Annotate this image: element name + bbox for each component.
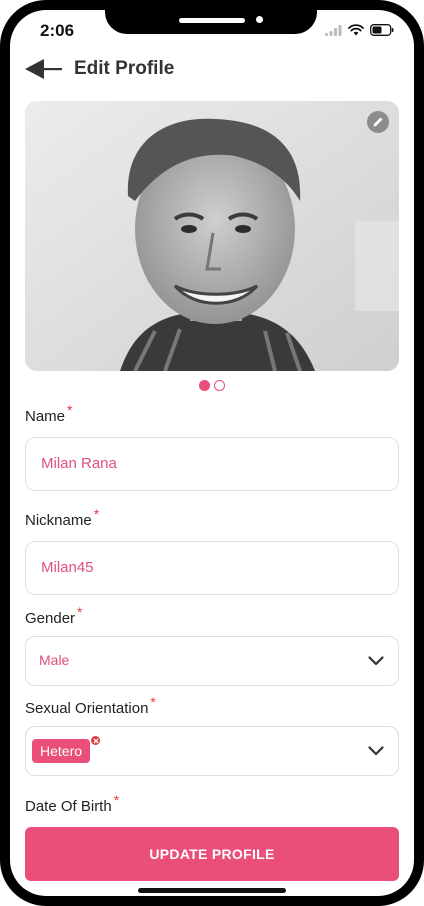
update-profile-button[interactable]: UPDATE PROFILE [25,827,399,881]
notch [105,10,317,34]
chevron-down-icon [368,746,384,756]
required-mark: * [93,506,100,522]
home-indicator [138,888,286,893]
orientation-tag: Hetero [32,735,101,763]
edit-photo-button[interactable] [367,111,389,133]
name-field[interactable]: Milan Rana [25,437,399,491]
remove-tag-button[interactable] [90,735,101,746]
photo-pager [199,380,225,391]
edit-pencil-icon [373,117,383,127]
required-mark: * [150,694,156,710]
date-of-birth-label: Date Of Birth * [25,792,120,815]
signal-icon [325,24,342,36]
page-title: Edit Profile [74,58,175,79]
chevron-down-icon [368,656,384,666]
gender-value: Male [39,652,70,668]
nickname-label: Nickname * [25,506,100,529]
pager-dot-active[interactable] [199,380,210,391]
name-label: Name * [25,402,73,425]
camera [256,16,263,23]
gender-select[interactable]: Male [25,636,399,686]
close-icon [93,738,98,743]
status-icons [325,24,394,36]
name-value: Milan Rana [41,455,117,472]
profile-photo-image [25,101,399,371]
phone-frame: 2:06 Edit Profile Name * Milan Rana Nick… [0,0,424,906]
required-mark: * [113,792,120,808]
wifi-icon [348,24,364,36]
screen: 2:06 Edit Profile Name * Milan Rana Nick… [10,10,414,896]
sexual-orientation-select[interactable]: Hetero [25,726,399,776]
gender-label: Gender * [25,604,83,627]
header: Edit Profile [24,58,174,80]
pager-dot[interactable] [214,380,225,391]
status-time: 2:06 [40,21,75,40]
nickname-value: Milan45 [41,559,94,576]
back-arrow-icon[interactable] [24,58,62,80]
profile-photo[interactable] [25,101,399,371]
nickname-field[interactable]: Milan45 [25,541,399,595]
required-mark: * [77,604,83,620]
speaker [179,18,245,23]
battery-icon [370,24,394,36]
required-mark: * [67,402,73,418]
sexual-orientation-label: Sexual Orientation * [25,694,156,717]
